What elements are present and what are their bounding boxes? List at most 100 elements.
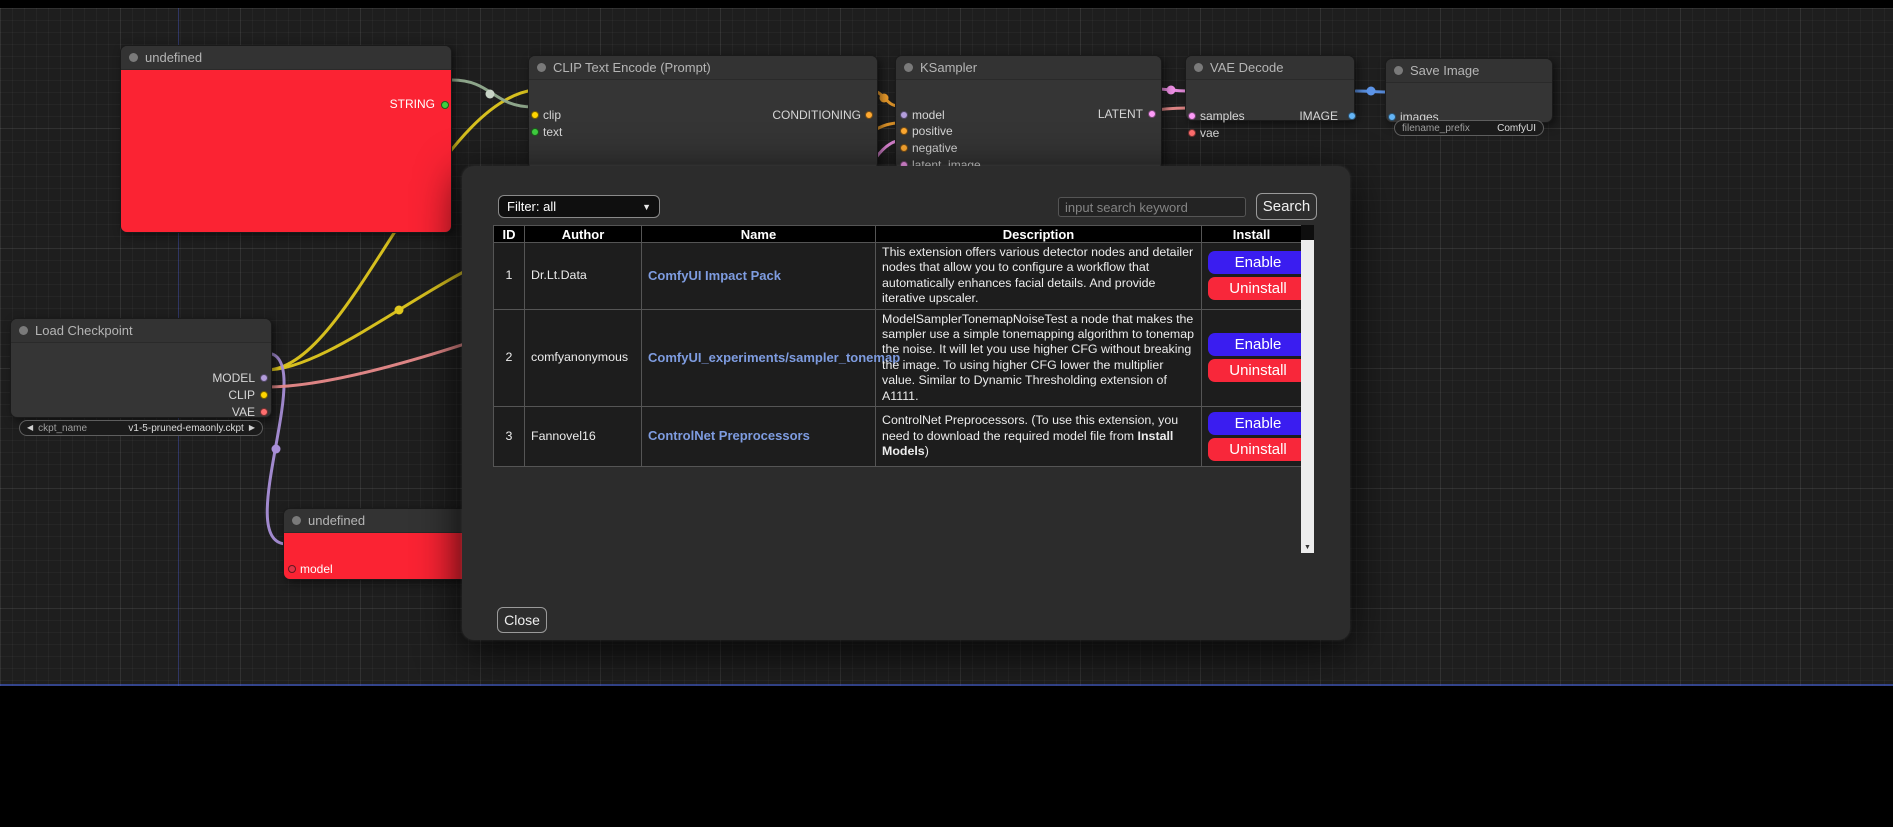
- node-body: MODEL CLIP VAE ◀ ckpt_name v1-5-pruned-e…: [11, 343, 271, 417]
- node-title-bar[interactable]: undefined: [121, 46, 451, 70]
- filter-select[interactable]: Filter: all ▼: [498, 195, 660, 218]
- output-port-model[interactable]: [260, 374, 268, 382]
- uninstall-button[interactable]: Uninstall: [1208, 438, 1308, 461]
- input-port-text[interactable]: [531, 128, 539, 136]
- cell-id: 3: [494, 407, 525, 467]
- filename-prefix-label: filename_prefix: [1402, 123, 1470, 134]
- header-description: Description: [876, 226, 1202, 243]
- node-vae-decode[interactable]: VAE Decode samples vae IMAGE: [1185, 55, 1355, 121]
- scroll-down-icon[interactable]: ▼: [1301, 542, 1314, 553]
- cell-author: comfyanonymous: [525, 309, 642, 406]
- input-label-positive: positive: [912, 124, 953, 138]
- node-title-bar[interactable]: VAE Decode: [1186, 56, 1354, 80]
- output-label-conditioning: CONDITIONING: [772, 108, 861, 122]
- next-arrow-icon[interactable]: ▶: [249, 424, 255, 432]
- scrollbar[interactable]: ▼: [1301, 225, 1314, 553]
- link-positive-dot: [880, 94, 889, 103]
- extension-link[interactable]: ComfyUI Impact Pack: [648, 268, 781, 283]
- input-label-vae: vae: [1200, 126, 1219, 140]
- output-port-vae[interactable]: [260, 408, 268, 416]
- input-label-samples: samples: [1200, 109, 1245, 123]
- enable-button[interactable]: Enable: [1208, 251, 1308, 274]
- output-label-image: IMAGE: [1299, 109, 1338, 123]
- output-port-conditioning[interactable]: [865, 111, 873, 119]
- extension-link[interactable]: ComfyUI_experiments/sampler_tonemap: [648, 350, 900, 365]
- input-port-images[interactable]: [1388, 113, 1396, 121]
- node-title-bar[interactable]: KSampler: [896, 56, 1161, 80]
- node-title-bar[interactable]: Load Checkpoint: [11, 319, 271, 343]
- node-status-dot: [129, 53, 138, 62]
- node-status-dot: [537, 63, 546, 72]
- input-label-clip: clip: [543, 108, 561, 122]
- ckpt-name-value: v1-5-pruned-emaonly.ckpt: [128, 423, 243, 434]
- output-port-latent[interactable]: [1148, 110, 1156, 118]
- close-button[interactable]: Close: [497, 607, 547, 633]
- output-label-string: STRING: [390, 97, 435, 111]
- scrollbar-thumb[interactable]: [1301, 225, 1314, 240]
- node-status-dot: [904, 63, 913, 72]
- table-header-row: ID Author Name Description Install: [494, 226, 1302, 243]
- search-input[interactable]: [1058, 197, 1246, 217]
- cell-id: 1: [494, 243, 525, 310]
- uninstall-button[interactable]: Uninstall: [1208, 359, 1308, 382]
- node-load-checkpoint[interactable]: Load Checkpoint MODEL CLIP VAE ◀ ckpt_na…: [10, 318, 272, 418]
- node-title: Save Image: [1410, 63, 1479, 78]
- input-label-negative: negative: [912, 141, 957, 155]
- previous-arrow-icon[interactable]: ◀: [27, 424, 33, 432]
- search-button[interactable]: Search: [1256, 193, 1317, 220]
- input-label-model: model: [300, 562, 333, 576]
- node-title: undefined: [308, 513, 365, 528]
- cell-install: Enable Uninstall: [1202, 407, 1302, 467]
- node-body: images filename_prefix ComfyUI: [1386, 83, 1552, 122]
- cell-description: ControlNet Preprocessors. (To use this e…: [876, 407, 1202, 467]
- ckpt-name-label: ckpt_name: [38, 423, 87, 434]
- cell-description: ModelSamplerTonemapNoiseTest a node that…: [876, 309, 1202, 406]
- cell-author: Fannovel16: [525, 407, 642, 467]
- input-port-samples[interactable]: [1188, 112, 1196, 120]
- node-body: STRING: [121, 70, 451, 232]
- description-tail-text: ): [925, 444, 929, 458]
- input-port-model[interactable]: [288, 565, 296, 573]
- table-row: 1 Dr.Lt.Data ComfyUI Impact Pack This ex…: [494, 243, 1302, 310]
- header-author: Author: [525, 226, 642, 243]
- cell-install: Enable Uninstall: [1202, 243, 1302, 310]
- link-string-dot: [486, 90, 495, 99]
- link-model-dot: [272, 445, 281, 454]
- ckpt-name-widget[interactable]: ◀ ckpt_name v1-5-pruned-emaonly.ckpt ▶: [19, 420, 263, 436]
- node-status-dot: [19, 326, 28, 335]
- node-title: undefined: [145, 50, 202, 65]
- node-save-image[interactable]: Save Image images filename_prefix ComfyU…: [1385, 58, 1553, 123]
- filter-select-value: Filter: all: [507, 199, 556, 214]
- enable-button[interactable]: Enable: [1208, 333, 1308, 356]
- filename-prefix-widget[interactable]: filename_prefix ComfyUI: [1394, 120, 1544, 136]
- output-port-clip[interactable]: [260, 391, 268, 399]
- output-port-image[interactable]: [1348, 112, 1356, 120]
- node-body: model positive negative latent_image LAT…: [896, 80, 1161, 169]
- filename-prefix-value: ComfyUI: [1497, 123, 1536, 134]
- node-title-bar[interactable]: CLIP Text Encode (Prompt): [529, 56, 877, 80]
- chevron-down-icon: ▼: [642, 202, 651, 212]
- input-port-positive[interactable]: [900, 127, 908, 135]
- cell-install: Enable Uninstall: [1202, 309, 1302, 406]
- node-status-dot: [292, 516, 301, 525]
- node-ksampler[interactable]: KSampler model positive negative latent_…: [895, 55, 1162, 170]
- input-port-negative[interactable]: [900, 144, 908, 152]
- uninstall-button[interactable]: Uninstall: [1208, 277, 1308, 300]
- node-title-bar[interactable]: Save Image: [1386, 59, 1552, 83]
- output-label-vae: VAE: [232, 405, 255, 419]
- node-undefined-top[interactable]: undefined STRING: [120, 45, 452, 233]
- node-body: samples vae IMAGE: [1186, 80, 1354, 120]
- node-title: KSampler: [920, 60, 977, 75]
- extension-link[interactable]: ControlNet Preprocessors: [648, 428, 810, 443]
- output-label-clip: CLIP: [228, 388, 255, 402]
- input-port-model[interactable]: [900, 111, 908, 119]
- input-port-clip[interactable]: [531, 111, 539, 119]
- enable-button[interactable]: Enable: [1208, 412, 1308, 435]
- input-label-text: text: [543, 125, 562, 139]
- node-clip-text-encode[interactable]: CLIP Text Encode (Prompt) clip text COND…: [528, 55, 878, 170]
- output-label-model: MODEL: [212, 371, 255, 385]
- output-port-string[interactable]: [441, 101, 449, 109]
- input-port-vae[interactable]: [1188, 129, 1196, 137]
- description-text: ControlNet Preprocessors. (To use this e…: [882, 413, 1178, 442]
- table-row: 2 comfyanonymous ComfyUI_experiments/sam…: [494, 309, 1302, 406]
